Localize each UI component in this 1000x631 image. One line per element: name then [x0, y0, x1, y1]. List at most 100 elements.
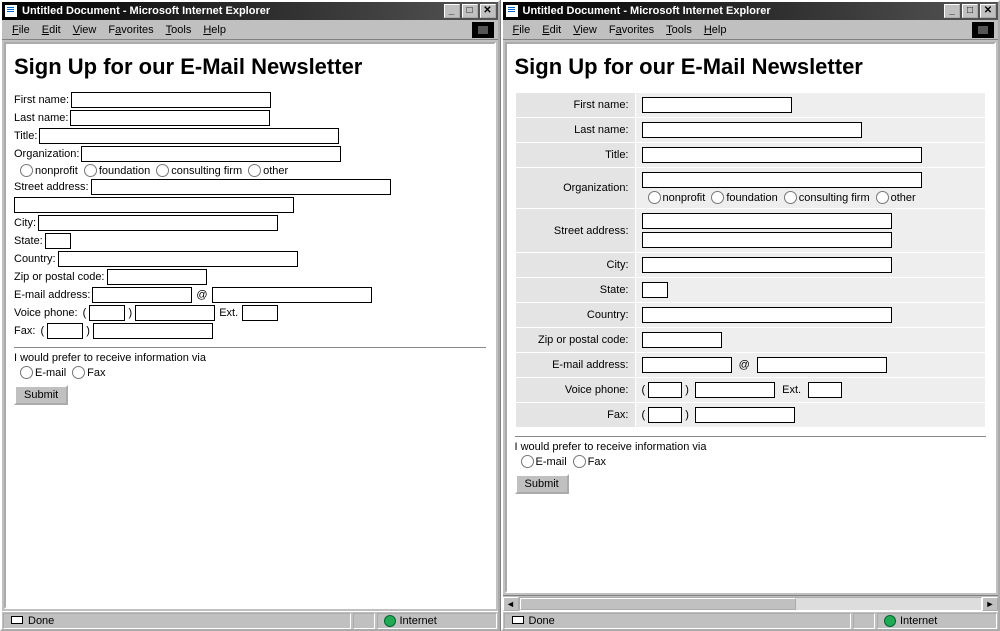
status-text: Done	[28, 615, 54, 627]
email-user-input[interactable]	[642, 357, 732, 373]
menubar: File Edit View Favorites Tools Help	[503, 20, 999, 40]
fax-num-input[interactable]	[93, 323, 213, 339]
radio-nonprofit[interactable]	[648, 191, 661, 204]
email-domain-input[interactable]	[212, 287, 372, 303]
globe-icon	[884, 615, 896, 627]
email-domain-input[interactable]	[757, 357, 887, 373]
minimize-button[interactable]: _	[444, 4, 460, 18]
menu-view[interactable]: View	[567, 23, 603, 37]
menu-edit[interactable]: Edit	[36, 23, 67, 37]
voice-ext-input[interactable]	[242, 305, 278, 321]
menu-file[interactable]: File	[507, 23, 537, 37]
scroll-track[interactable]	[519, 597, 983, 611]
ie-logo-icon	[972, 22, 994, 38]
window-title: Untitled Document - Microsoft Internet E…	[22, 5, 444, 17]
state-input[interactable]	[45, 233, 71, 249]
horizontal-scrollbar[interactable]: ◄ ►	[503, 595, 999, 611]
submit-button[interactable]: Submit	[515, 474, 569, 494]
close-button[interactable]: ✕	[980, 4, 996, 18]
menu-edit[interactable]: Edit	[536, 23, 567, 37]
street-input-2[interactable]	[14, 197, 294, 213]
label-first-name: First name:	[14, 94, 69, 106]
label-last-name: Last name:	[515, 118, 635, 143]
state-input[interactable]	[642, 282, 668, 298]
label-state: State:	[14, 235, 43, 247]
menu-tools[interactable]: Tools	[160, 23, 198, 37]
titlebar[interactable]: Untitled Document - Microsoft Internet E…	[503, 2, 999, 20]
title-input[interactable]	[39, 128, 339, 144]
menu-help[interactable]: Help	[197, 23, 232, 37]
street-input-1[interactable]	[91, 179, 391, 195]
country-input[interactable]	[642, 307, 892, 323]
radio-nonprofit[interactable]	[20, 164, 33, 177]
submit-button[interactable]: Submit	[14, 385, 68, 405]
page-content: Sign Up for our E-Mail Newsletter First …	[505, 42, 997, 593]
label-organization: Organization:	[14, 148, 79, 160]
street-input-2[interactable]	[642, 232, 892, 248]
radio-foundation[interactable]	[84, 164, 97, 177]
radio-pref-email[interactable]	[521, 455, 534, 468]
scroll-right-button[interactable]: ►	[982, 597, 998, 611]
titlebar[interactable]: Untitled Document - Microsoft Internet E…	[2, 2, 498, 20]
document-icon	[4, 4, 18, 18]
label-state: State:	[515, 278, 635, 303]
label-title: Title:	[14, 130, 37, 142]
menu-favorites[interactable]: Favorites	[102, 23, 159, 37]
label-email: E-mail address:	[14, 289, 90, 301]
scroll-left-button[interactable]: ◄	[503, 597, 519, 611]
voice-num-input[interactable]	[135, 305, 215, 321]
menu-tools[interactable]: Tools	[660, 23, 698, 37]
label-city: City:	[515, 253, 635, 278]
street-input-1[interactable]	[642, 213, 892, 229]
fax-area-input[interactable]	[648, 407, 682, 423]
radio-pref-fax[interactable]	[573, 455, 586, 468]
menubar: File Edit View Favorites Tools Help	[2, 20, 498, 40]
radio-foundation[interactable]	[711, 191, 724, 204]
menu-help[interactable]: Help	[698, 23, 733, 37]
radio-other-label: other	[263, 165, 288, 177]
zip-input[interactable]	[642, 332, 722, 348]
radio-pref-email[interactable]	[20, 366, 33, 379]
organization-input[interactable]	[81, 146, 341, 162]
fax-num-input[interactable]	[695, 407, 795, 423]
status-text: Done	[529, 615, 555, 627]
title-input[interactable]	[642, 147, 922, 163]
label-voice: Voice phone:	[14, 307, 78, 319]
first-name-input[interactable]	[71, 92, 271, 108]
label-title: Title:	[515, 143, 635, 168]
fax-area-input[interactable]	[47, 323, 83, 339]
radio-other[interactable]	[248, 164, 261, 177]
menu-view[interactable]: View	[67, 23, 103, 37]
prefer-label: I would prefer to receive information vi…	[515, 441, 987, 453]
statusbar: Done Internet	[2, 611, 498, 629]
maximize-button[interactable]: □	[962, 4, 978, 18]
radio-pref-fax[interactable]	[72, 366, 85, 379]
paren-open: (	[80, 307, 90, 319]
radio-other[interactable]	[876, 191, 889, 204]
email-user-input[interactable]	[92, 287, 192, 303]
voice-ext-input[interactable]	[808, 382, 842, 398]
last-name-input[interactable]	[642, 122, 862, 138]
page-content: Sign Up for our E-Mail Newsletter First …	[4, 42, 496, 609]
menu-file[interactable]: File	[6, 23, 36, 37]
zip-input[interactable]	[107, 269, 207, 285]
voice-area-input[interactable]	[648, 382, 682, 398]
maximize-button[interactable]: □	[462, 4, 478, 18]
voice-num-input[interactable]	[695, 382, 775, 398]
window-right: Untitled Document - Microsoft Internet E…	[501, 0, 1000, 631]
radio-consulting-label: consulting firm	[171, 165, 242, 177]
last-name-input[interactable]	[70, 110, 270, 126]
minimize-button[interactable]: _	[944, 4, 960, 18]
organization-input[interactable]	[642, 172, 922, 188]
city-input[interactable]	[642, 257, 892, 273]
voice-area-input[interactable]	[89, 305, 125, 321]
divider	[14, 347, 486, 348]
menu-favorites[interactable]: Favorites	[603, 23, 660, 37]
radio-consulting[interactable]	[156, 164, 169, 177]
close-button[interactable]: ✕	[480, 4, 496, 18]
scroll-thumb[interactable]	[520, 598, 797, 610]
first-name-input[interactable]	[642, 97, 792, 113]
radio-consulting[interactable]	[784, 191, 797, 204]
country-input[interactable]	[58, 251, 298, 267]
city-input[interactable]	[38, 215, 278, 231]
